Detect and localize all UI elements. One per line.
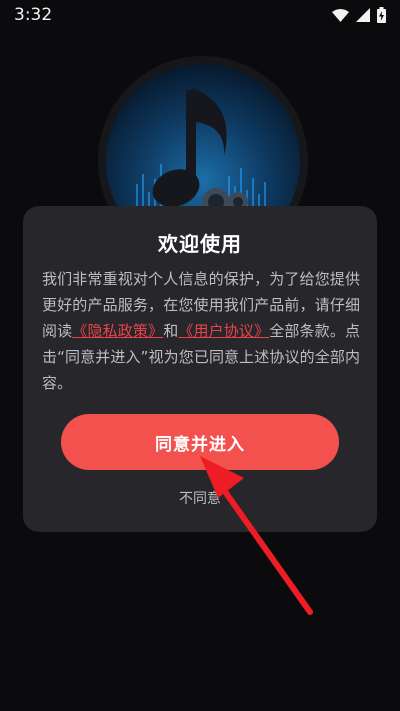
disagree-button[interactable]: 不同意 bbox=[23, 488, 377, 508]
dialog-body: 我们非常重视对个人信息的保护，为了给您提供更好的产品服务，在您使用我们产品前，请… bbox=[42, 266, 360, 396]
and-text: 和 bbox=[163, 322, 179, 340]
wifi-icon bbox=[332, 8, 349, 22]
agree-button[interactable]: 同意并进入 bbox=[61, 414, 339, 470]
battery-charging-icon bbox=[377, 7, 386, 23]
signal-icon bbox=[356, 8, 370, 22]
status-bar: 3:32 bbox=[0, 0, 400, 30]
privacy-policy-link[interactable]: 《隐私政策》 bbox=[72, 322, 163, 340]
welcome-dialog: 欢迎使用 我们非常重视对个人信息的保护，为了给您提供更好的产品服务，在您使用我们… bbox=[23, 206, 377, 532]
dialog-title: 欢迎使用 bbox=[158, 232, 242, 256]
user-agreement-link[interactable]: 《用户协议》 bbox=[178, 322, 269, 340]
status-time: 3:32 bbox=[14, 5, 53, 25]
status-icons bbox=[332, 7, 386, 23]
